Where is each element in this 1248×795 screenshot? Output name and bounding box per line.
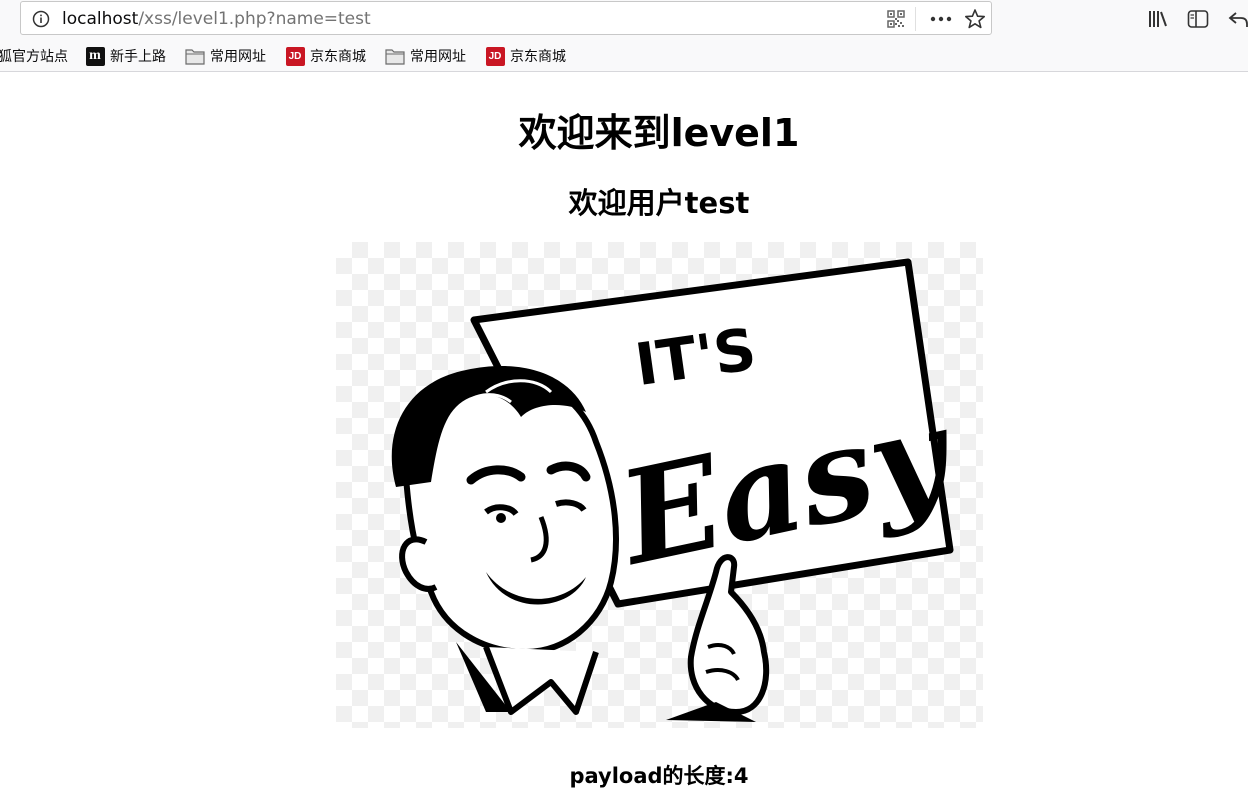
- jd-logo-icon: JD: [285, 46, 305, 66]
- bookmark-label: 狐官方站点: [0, 49, 68, 65]
- back-arrow-icon[interactable]: [1228, 9, 1248, 29]
- folder-icon: [385, 48, 405, 65]
- its-easy-illustration: IT'S Easy: [391, 258, 967, 722]
- browser-toolbar: localhost/xss/level1.php?name=test: [0, 0, 1248, 40]
- its-easy-image: IT'S Easy: [336, 242, 983, 728]
- urlbar-separator: [915, 7, 916, 31]
- bookmark-label: 新手上路: [110, 49, 166, 65]
- payload-length-text: payload的长度:4: [569, 764, 749, 788]
- bookmark-item-getting-started[interactable]: m 新手上路: [85, 46, 166, 66]
- bookmark-label: 京东商城: [510, 49, 566, 65]
- url-text[interactable]: localhost/xss/level1.php?name=test: [62, 9, 371, 29]
- folder-icon: [185, 48, 205, 65]
- bookmark-folder-common-sites[interactable]: 常用网址: [385, 46, 466, 66]
- m-logo-icon: m: [85, 46, 105, 66]
- url-path: /xss/level1.php?name=test: [138, 9, 371, 29]
- bookmark-item-jd[interactable]: JD 京东商城: [285, 46, 366, 66]
- url-host: localhost: [62, 9, 139, 29]
- bookmark-label: 常用网址: [410, 49, 466, 65]
- qr-code-icon[interactable]: [887, 10, 905, 28]
- bookmark-label: 京东商城: [310, 49, 366, 65]
- address-bar[interactable]: localhost/xss/level1.php?name=test: [20, 1, 992, 35]
- more-actions-icon[interactable]: [929, 10, 953, 28]
- page-content: 欢迎来到level1 欢迎用户test IT'S Easy payload的长度…: [0, 72, 1248, 795]
- sidebar-icon[interactable]: [1187, 9, 1209, 29]
- page-title: 欢迎来到level1: [518, 111, 800, 155]
- welcome-user-heading: 欢迎用户test: [568, 186, 750, 220]
- bookmark-item-official-site[interactable]: 狐官方站点: [0, 46, 68, 66]
- info-icon[interactable]: [32, 10, 50, 28]
- bookmark-folder-common-sites[interactable]: 常用网址: [185, 46, 266, 66]
- library-icon[interactable]: [1147, 9, 1169, 29]
- bookmark-item-jd[interactable]: JD 京东商城: [485, 46, 566, 66]
- bookmark-star-icon[interactable]: [964, 8, 986, 30]
- bookmarks-toolbar: 狐官方站点 m 新手上路 常用网址 JD 京东商城 常用网址 JD 京东商城: [0, 40, 1248, 72]
- bookmark-label: 常用网址: [210, 49, 266, 65]
- jd-logo-icon: JD: [485, 46, 505, 66]
